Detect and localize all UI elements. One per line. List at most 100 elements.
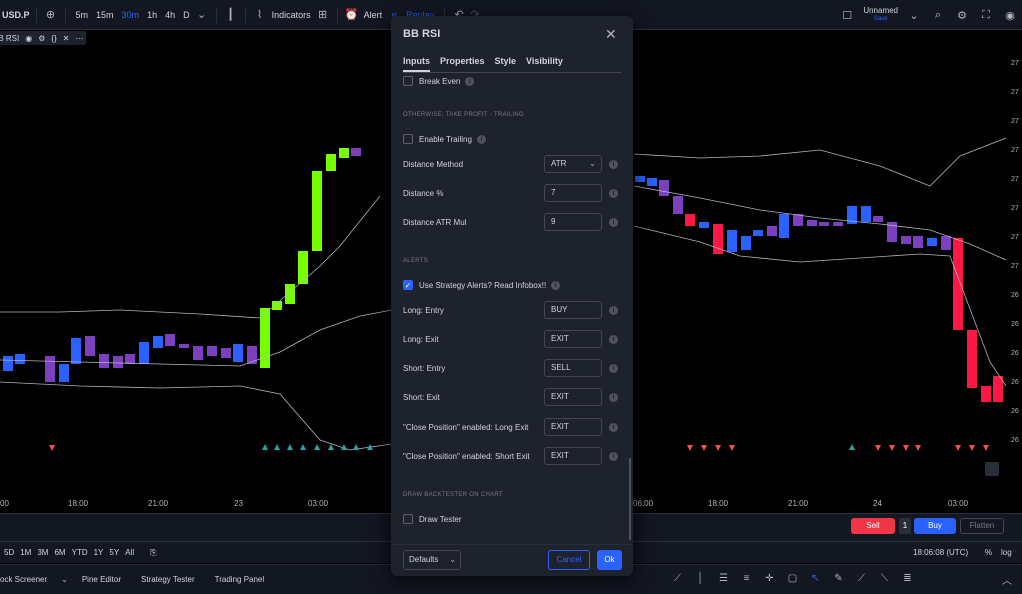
distance-pct-input[interactable]: 7	[544, 184, 602, 202]
cursor-icon[interactable]: ↖	[806, 573, 825, 584]
chevron-down-icon[interactable]: ⌄	[906, 9, 922, 22]
close-long-exit-input[interactable]: EXIT	[544, 418, 602, 436]
fullscreen-icon[interactable]: ⛶	[978, 9, 994, 22]
info-icon[interactable]: i	[476, 134, 486, 144]
candles-icon[interactable]: ┃	[223, 8, 239, 21]
buy-button[interactable]: Buy	[914, 518, 956, 534]
close-short-exit-input[interactable]: EXIT	[544, 447, 602, 465]
info-icon[interactable]: i	[609, 452, 618, 461]
draw-tester-checkbox[interactable]	[403, 514, 413, 524]
defaults-dropdown[interactable]: Defaults ⌄	[403, 550, 461, 570]
clock[interactable]: 18:06:08 (UTC)	[913, 548, 968, 557]
indicators-button[interactable]: Indicators	[268, 10, 315, 20]
info-icon[interactable]: i	[609, 218, 618, 227]
candle	[807, 220, 817, 226]
ruler-icon[interactable]: ⟍	[875, 573, 894, 584]
alert-button[interactable]: Alert	[360, 10, 387, 20]
long-entry-input[interactable]: BUY	[544, 301, 602, 319]
range-5y[interactable]: 5Y	[109, 548, 119, 557]
menu-icon[interactable]: ≣	[898, 573, 917, 584]
range-ytd[interactable]: YTD	[72, 548, 88, 557]
interval-30m[interactable]: 30m	[118, 10, 144, 20]
interval-dropdown-icon[interactable]: ⌄	[194, 8, 210, 21]
tab-strategy-tester[interactable]: Strategy Tester	[131, 575, 205, 584]
chevron-down-icon[interactable]: ⌄	[57, 575, 72, 584]
camera-icon[interactable]: ◉	[1002, 9, 1018, 22]
range-1y[interactable]: 1Y	[94, 548, 104, 557]
inputs-panel[interactable]: Break Even i OTHERWISE: TAKE PROFIT - TR…	[391, 74, 633, 544]
interval-15m[interactable]: 15m	[92, 10, 118, 20]
alert-icon[interactable]: ⏰	[344, 8, 360, 21]
short-entry-input[interactable]: SELL	[544, 359, 602, 377]
log-scale-toggle[interactable]: log	[1001, 548, 1012, 557]
info-icon[interactable]: i	[609, 189, 618, 198]
tab-stock-screener[interactable]: ock Screener	[0, 575, 57, 584]
info-icon[interactable]: i	[609, 364, 618, 373]
range-6m[interactable]: 6M	[54, 548, 65, 557]
indicator-legend-name[interactable]: BB RSI	[0, 34, 19, 43]
range-3m[interactable]: 3M	[37, 548, 48, 557]
cancel-button[interactable]: Cancel	[548, 550, 590, 570]
info-icon[interactable]: i	[609, 423, 618, 432]
range-1m[interactable]: 1M	[20, 548, 31, 557]
flatten-button[interactable]: Flatten	[960, 518, 1004, 534]
interval-1h[interactable]: 1h	[143, 10, 161, 20]
sell-button[interactable]: Sell	[851, 518, 895, 534]
indicators-icon[interactable]: ⌇	[252, 8, 268, 21]
break-even-checkbox[interactable]	[403, 76, 413, 86]
percent-scale-toggle[interactable]: %	[985, 548, 992, 557]
tab-trading-panel[interactable]: Trading Panel	[205, 575, 275, 584]
close-icon[interactable]: ✕	[605, 26, 617, 43]
ok-button[interactable]: Ok	[597, 550, 622, 570]
interval-d[interactable]: D	[179, 10, 194, 20]
layout-square-icon[interactable]: ☐	[839, 9, 855, 22]
info-icon[interactable]: i	[609, 306, 618, 315]
candle	[635, 176, 645, 182]
settings-icon[interactable]: ⚙	[38, 34, 45, 43]
search-icon[interactable]: ⌕	[930, 9, 946, 22]
layout-name[interactable]: Unnamed Save	[863, 6, 898, 24]
scrollbar[interactable]	[629, 458, 631, 540]
goto-date-icon[interactable]: ⎘	[150, 548, 156, 558]
info-icon[interactable]: i	[551, 280, 561, 290]
more-icon[interactable]: ⋯	[75, 34, 83, 43]
gear-icon[interactable]: ⚙	[954, 9, 970, 22]
price-label: 27	[1011, 60, 1019, 67]
range-all[interactable]: All	[125, 548, 134, 557]
templates-icon[interactable]: ⊞	[315, 8, 331, 21]
brush-icon[interactable]: ✎	[829, 573, 848, 584]
eye-icon[interactable]: ◉	[25, 34, 32, 43]
remove-icon[interactable]: ✕	[63, 34, 70, 43]
trend-angle-icon[interactable]: ⟋	[668, 573, 687, 584]
fib-icon[interactable]: ≡	[737, 573, 756, 584]
tab-pine-editor[interactable]: Pine Editor	[72, 575, 131, 584]
price-axis[interactable]: 27 27 27 27 27 27 27 27 26 26 26 26 26 26	[1006, 30, 1022, 510]
use-alerts-checkbox[interactable]: ✓	[403, 280, 413, 290]
parallel-channel-icon[interactable]: ☰	[714, 573, 733, 584]
info-icon[interactable]: i	[609, 393, 618, 402]
short-exit-input[interactable]: EXIT	[544, 388, 602, 406]
chevron-up-icon[interactable]: ︿	[1002, 572, 1012, 587]
symbol-name[interactable]: USD.P	[2, 10, 30, 20]
distance-atr-input[interactable]: 9	[544, 213, 602, 231]
tab-visibility[interactable]: Visibility	[526, 56, 563, 72]
range-5d[interactable]: 5D	[4, 548, 14, 557]
info-icon[interactable]: i	[465, 76, 475, 86]
pen-icon[interactable]: ⟋	[852, 573, 871, 584]
crosshair-icon[interactable]: ✛	[760, 573, 779, 584]
enable-trailing-checkbox[interactable]	[403, 134, 413, 144]
tab-style[interactable]: Style	[495, 56, 517, 72]
info-icon[interactable]: i	[609, 335, 618, 344]
tab-properties[interactable]: Properties	[440, 56, 485, 72]
vertical-line-icon[interactable]: │	[691, 573, 710, 584]
quantity-field[interactable]: 1	[899, 518, 911, 534]
long-exit-input[interactable]: EXIT	[544, 330, 602, 348]
rectangle-icon[interactable]: ▢	[783, 573, 802, 584]
interval-4h[interactable]: 4h	[161, 10, 179, 20]
source-code-icon[interactable]: {}	[51, 34, 56, 43]
add-symbol-icon[interactable]: ⊕	[43, 8, 59, 21]
tab-inputs[interactable]: Inputs	[403, 56, 430, 72]
info-icon[interactable]: i	[609, 160, 618, 169]
distance-method-select[interactable]: ATR ⌄	[544, 155, 602, 173]
interval-5m[interactable]: 5m	[72, 10, 93, 20]
